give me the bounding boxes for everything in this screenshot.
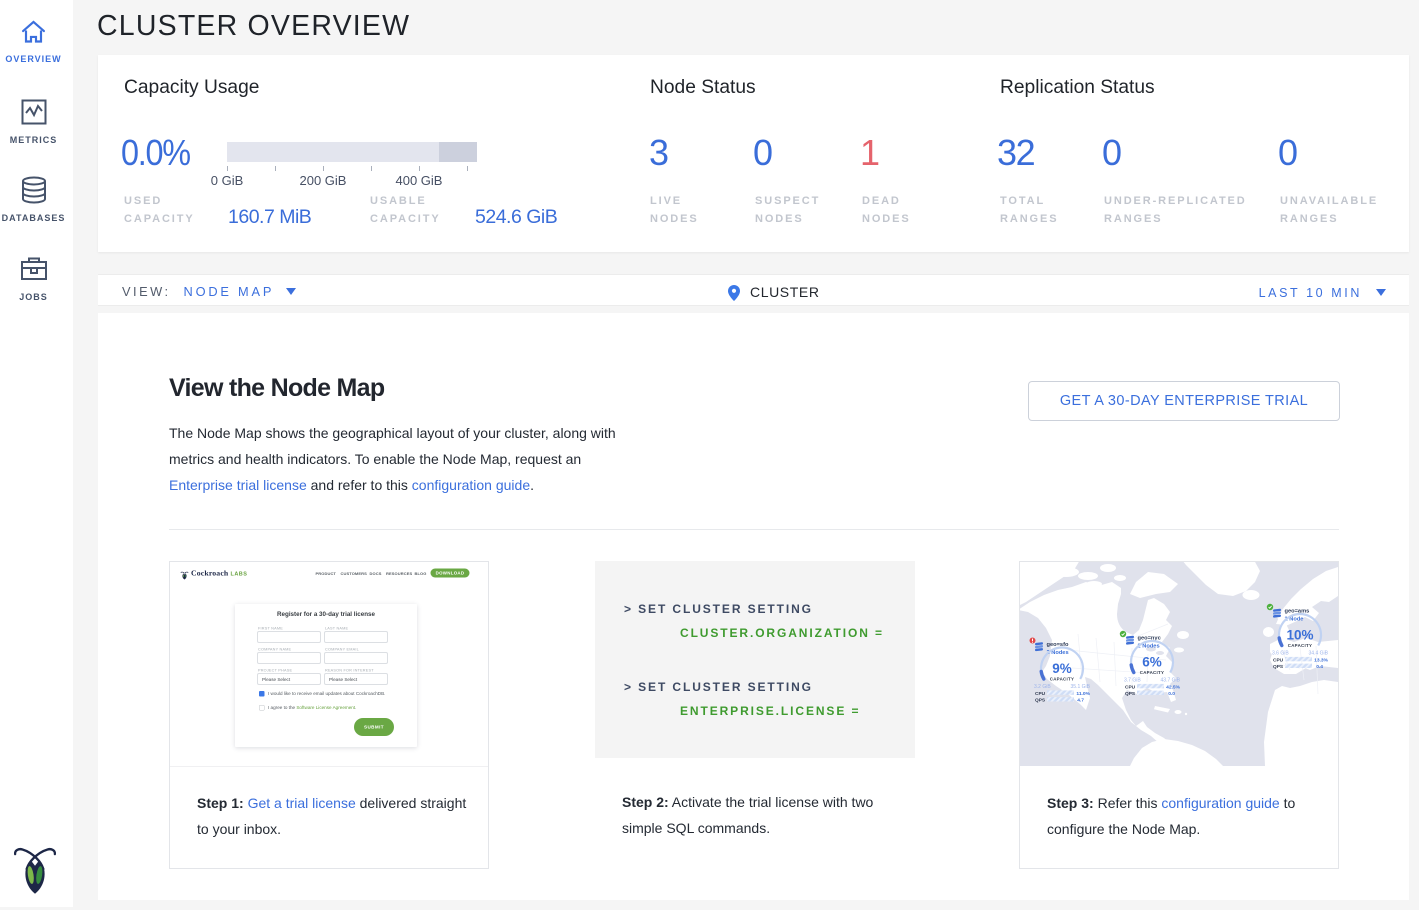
svg-text:34.4 GiB: 34.4 GiB — [1309, 651, 1329, 657]
svg-text:3.2 GiB: 3.2 GiB — [1034, 684, 1051, 690]
svg-text:CPU: CPU — [1273, 657, 1284, 663]
svg-text:CAPACITY: CAPACITY — [1050, 677, 1075, 682]
svg-text:CAPACITY: CAPACITY — [1140, 670, 1165, 675]
svg-text:CPU: CPU — [1035, 691, 1046, 697]
svg-text:0.0: 0.0 — [1168, 691, 1175, 697]
svg-text:6%: 6% — [1142, 655, 1162, 670]
svg-text:43.7 GiB: 43.7 GiB — [1161, 678, 1181, 684]
svg-text:3.7 GiB: 3.7 GiB — [1124, 678, 1141, 684]
svg-text:3.6 GiB: 3.6 GiB — [1272, 651, 1289, 657]
svg-text:CAPACITY: CAPACITY — [1288, 643, 1313, 648]
svg-text:4.7: 4.7 — [1077, 698, 1084, 704]
svg-text:9%: 9% — [1052, 661, 1072, 676]
svg-text:10%: 10% — [1286, 628, 1313, 643]
svg-text:0.4: 0.4 — [1316, 664, 1323, 670]
svg-text:QPS: QPS — [1273, 664, 1284, 670]
svg-text:13.3%: 13.3% — [1314, 657, 1329, 663]
svg-text:QPS: QPS — [1125, 691, 1136, 697]
svg-text:35.1 GiB: 35.1 GiB — [1071, 684, 1091, 690]
svg-text:QPS: QPS — [1035, 698, 1046, 704]
svg-text:CPU: CPU — [1125, 684, 1136, 690]
svg-text:11.0%: 11.0% — [1076, 691, 1090, 697]
svg-text:42.5%: 42.5% — [1166, 684, 1181, 690]
